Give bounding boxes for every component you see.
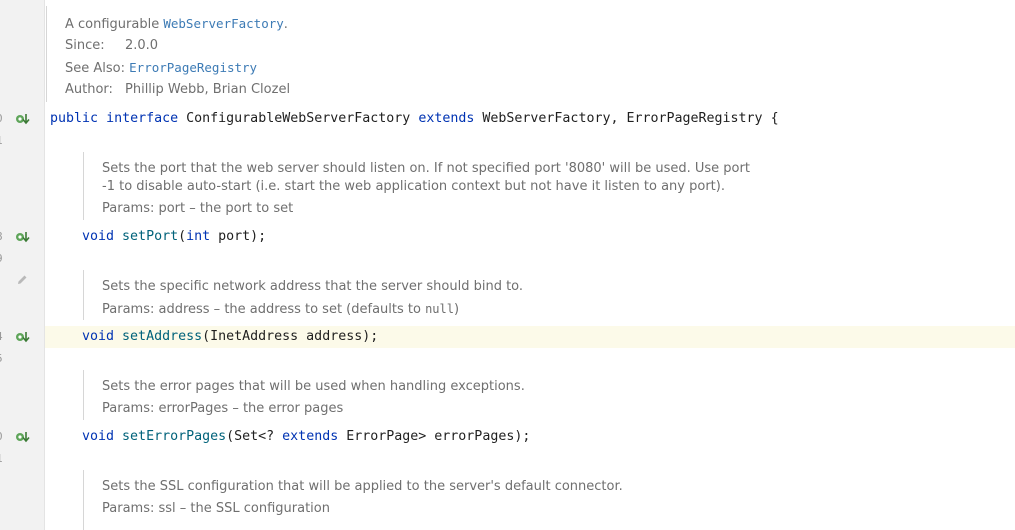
doc-line: Sets the specific network address that t… xyxy=(102,279,524,294)
keyword: extends xyxy=(418,111,475,126)
line-number: 1 xyxy=(0,452,8,466)
method-name: setAddress xyxy=(122,329,203,344)
line-number: 0 xyxy=(0,430,8,444)
null-code: null xyxy=(425,302,454,316)
keyword: interface xyxy=(106,111,179,126)
webserverfactory-link[interactable]: WebServerFactory xyxy=(163,16,283,31)
class-javadoc: A configurable WebServerFactory. Since: 2… xyxy=(46,6,847,102)
keyword: extends xyxy=(282,429,339,444)
since-label: Since: xyxy=(65,38,105,53)
doc-text: A configurable xyxy=(65,17,160,32)
errorpageregistry-link[interactable]: ErrorPageRegistry xyxy=(129,60,257,75)
signature-text: (Set<? xyxy=(226,429,283,444)
author-value: Phillip Webb, Brian Clozel xyxy=(125,82,291,97)
interface-declaration[interactable]: public interface ConfigurableWebServerFa… xyxy=(50,110,779,128)
doc-text: ) xyxy=(453,302,460,317)
since-row: Since: 2.0.0 xyxy=(65,37,158,55)
method-setaddress[interactable]: void setAddress(InetAddress address); xyxy=(82,328,378,346)
line-number: 0 xyxy=(0,112,8,126)
method-javadoc-seterrorpages: Sets the error pages that will be used w… xyxy=(83,370,784,420)
line-number: 1 xyxy=(0,134,8,148)
class-description: A configurable WebServerFactory. xyxy=(65,15,288,34)
keyword: void xyxy=(82,429,115,444)
see-also-row: See Also: ErrorPageRegistry xyxy=(65,59,257,78)
editor-gutter[interactable]: 0 1 8 9 4 5 0 1 xyxy=(0,0,45,530)
signature-text: (InetAddress address); xyxy=(202,329,379,344)
method-name: setPort xyxy=(122,229,179,244)
method-seterrorpages[interactable]: void setErrorPages(Set<? extends ErrorPa… xyxy=(82,428,530,446)
line-number: 8 xyxy=(0,230,8,244)
implemented-method-icon[interactable] xyxy=(15,230,31,244)
signature-text: ( xyxy=(178,229,187,244)
method-javadoc-setaddress: Sets the specific network address that t… xyxy=(83,270,784,320)
doc-params: Params: errorPages – the error pages xyxy=(102,401,344,416)
doc-line: Sets the error pages that will be used w… xyxy=(102,379,525,394)
implemented-method-icon[interactable] xyxy=(15,430,31,444)
signature-text: ErrorPage> errorPages); xyxy=(338,429,531,444)
pencil-icon[interactable] xyxy=(15,273,29,287)
doc-params: Params: address – the address to set (de… xyxy=(102,300,459,319)
line-number: 4 xyxy=(0,330,8,344)
implemented-method-icon[interactable] xyxy=(15,330,31,344)
method-setport[interactable]: void setPort(int port); xyxy=(82,228,266,246)
keyword: void xyxy=(82,229,115,244)
line-number: 5 xyxy=(0,352,8,366)
author-row: Author: Phillip Webb, Brian Clozel xyxy=(65,81,290,99)
declaration-rest: WebServerFactory, ErrorPageRegistry { xyxy=(482,111,779,126)
code-editor[interactable]: A configurable WebServerFactory. Since: 2… xyxy=(45,0,1015,530)
doc-line: Sets the SSL configuration that will be … xyxy=(102,479,623,494)
see-also-label: See Also: xyxy=(65,61,125,76)
interface-name: ConfigurableWebServerFactory xyxy=(186,111,411,126)
line-number: 9 xyxy=(0,252,8,266)
implemented-method-icon[interactable] xyxy=(15,112,31,126)
doc-text: . xyxy=(283,17,288,32)
since-value: 2.0.0 xyxy=(125,38,159,53)
keyword: public xyxy=(50,111,99,126)
method-javadoc-setssl: Sets the SSL configuration that will be … xyxy=(83,470,784,530)
doc-params: Params: ssl – the SSL configuration xyxy=(102,501,330,516)
method-name: setErrorPages xyxy=(122,429,227,444)
keyword: int xyxy=(186,229,211,244)
author-label: Author: xyxy=(65,82,113,97)
doc-line: Sets the port that the web server should… xyxy=(102,161,750,176)
doc-params: Params: port – the port to set xyxy=(102,201,294,216)
signature-text: port); xyxy=(210,229,267,244)
doc-text: Params: address – the address to set (de… xyxy=(102,302,426,317)
doc-line: -1 to disable auto-start (i.e. start the… xyxy=(102,179,725,194)
keyword: void xyxy=(82,329,115,344)
method-javadoc-setport: Sets the port that the web server should… xyxy=(83,152,784,220)
